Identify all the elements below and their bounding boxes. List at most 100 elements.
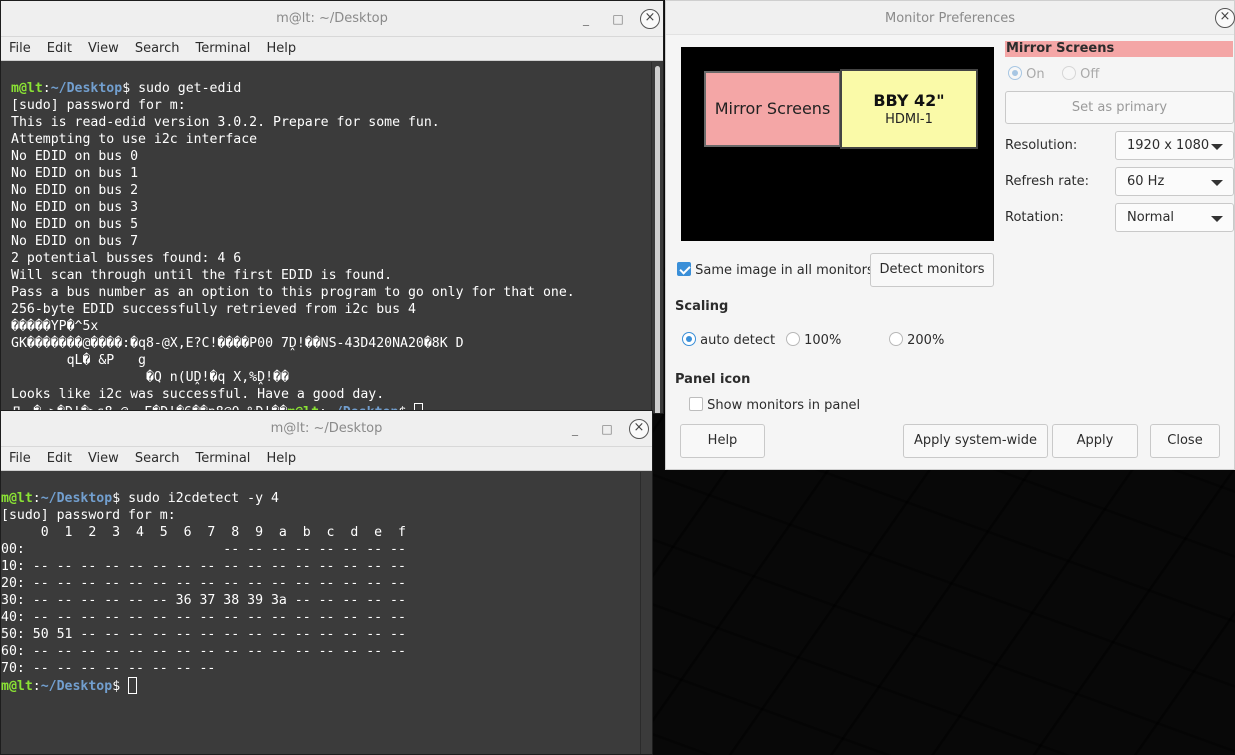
monitor-name: BBY 42" xyxy=(873,91,945,110)
chevron-down-icon xyxy=(1211,216,1223,222)
i2c-header-row: 0 1 2 3 4 5 6 7 8 9 a b c d e f xyxy=(1,525,406,540)
scaling-auto-radio[interactable]: auto detect xyxy=(682,332,775,348)
prompt-line: m@lt:~/Desktop$ xyxy=(1,677,640,695)
output-line: qL� &P g xyxy=(11,353,146,368)
chevron-down-icon xyxy=(1211,144,1223,150)
terminal-bottom-scrollbar[interactable] xyxy=(640,472,652,754)
output-line: No EDID on bus 2 xyxy=(11,183,139,198)
minimize-icon[interactable]: _ xyxy=(565,419,585,439)
radio-icon xyxy=(889,332,903,346)
rotation-value: Normal xyxy=(1127,210,1175,225)
scaling-heading: Scaling xyxy=(675,299,729,314)
same-image-checkbox[interactable]: Same image in all monitors xyxy=(677,262,874,278)
minimize-icon[interactable]: _ xyxy=(576,9,596,29)
mirror-screens-heading: Mirror Screens xyxy=(1005,41,1233,57)
close-icon[interactable]: × xyxy=(640,9,660,29)
prompt-user: m@lt xyxy=(1,491,33,506)
chevron-down-icon xyxy=(1211,180,1223,186)
terminal-top-scrollbar[interactable] xyxy=(651,62,663,413)
prompt-line: m@lt:~/Desktop$ sudo get-edid xyxy=(11,81,242,96)
window-title: m@lt: ~/Desktop xyxy=(270,421,383,436)
text-cursor xyxy=(128,677,138,694)
menu-edit[interactable]: Edit xyxy=(47,41,72,56)
monitor-preview[interactable]: Mirror Screens BBY 42" HDMI-1 xyxy=(681,47,994,241)
scrollbar-thumb[interactable] xyxy=(655,66,660,413)
menu-edit[interactable]: Edit xyxy=(47,451,72,466)
output-line: �Q n(UḒ!�q X,%Ḓ!�� xyxy=(11,370,289,385)
output-line: No EDID on bus 7 xyxy=(11,234,139,249)
prompt-path: ~/Desktop xyxy=(50,81,123,96)
terminal-window-bottom[interactable]: m@lt: ~/Desktop _ □ × File Edit View Sea… xyxy=(0,410,653,755)
panel-icon-heading: Panel icon xyxy=(675,372,751,387)
refresh-rate-value: 60 Hz xyxy=(1127,174,1165,189)
output-line: 256-byte EDID successfully retrieved fro… xyxy=(11,302,416,317)
on-radio[interactable]: On xyxy=(1008,66,1045,82)
monitor-preferences-window[interactable]: Monitor Preferences × Mirror Screens BBY… xyxy=(665,0,1235,470)
terminal-window-top[interactable]: m@lt: ~/Desktop _ □ × File Edit View Sea… xyxy=(0,0,664,414)
terminal-top-screen[interactable]: m@lt:~/Desktop$ sudo get-edid [sudo] pass… xyxy=(1,62,651,413)
detect-monitors-button[interactable]: Detect monitors xyxy=(870,253,994,287)
menu-view[interactable]: View xyxy=(88,41,119,56)
menu-search[interactable]: Search xyxy=(135,451,180,466)
terminal-top-titlebar[interactable]: m@lt: ~/Desktop _ □ × xyxy=(1,1,663,37)
menu-terminal[interactable]: Terminal xyxy=(195,41,250,56)
scaling-100-radio[interactable]: 100% xyxy=(786,332,841,348)
scaling-auto-label: auto detect xyxy=(700,333,776,348)
output-line: �����YP�^5x xyxy=(11,319,99,334)
maximize-icon[interactable]: □ xyxy=(597,419,617,439)
close-icon[interactable]: × xyxy=(629,419,649,439)
radio-icon xyxy=(1008,66,1022,80)
radio-icon xyxy=(1062,66,1076,80)
terminal-top-menubar: File Edit View Search Terminal Help xyxy=(1,37,663,61)
off-radio[interactable]: Off xyxy=(1062,66,1099,82)
menu-file[interactable]: File xyxy=(9,451,31,466)
resolution-select[interactable]: 1920 x 1080 xyxy=(1115,131,1234,160)
output-line: No EDID on bus 1 xyxy=(11,166,139,181)
radio-icon xyxy=(682,332,696,346)
menu-file[interactable]: File xyxy=(9,41,31,56)
terminal-bottom-menubar: File Edit View Search Terminal Help xyxy=(1,447,652,471)
help-button[interactable]: Help xyxy=(680,424,765,458)
checkbox-icon xyxy=(689,397,703,411)
resolution-label: Resolution: xyxy=(1005,138,1078,153)
prompt-line: m@lt:~/Desktop$ sudo i2cdetect -y 4 xyxy=(1,491,279,506)
refresh-rate-select[interactable]: 60 Hz xyxy=(1115,167,1234,196)
show-monitors-checkbox[interactable]: Show monitors in panel xyxy=(689,397,860,413)
rotation-label: Rotation: xyxy=(1005,210,1064,225)
command-text: sudo i2cdetect -y 4 xyxy=(120,491,279,506)
checkbox-icon xyxy=(677,262,691,276)
same-image-label: Same image in all monitors xyxy=(695,263,874,278)
close-button[interactable]: Close xyxy=(1150,424,1220,458)
prompt-sign: $ xyxy=(112,679,121,694)
menu-help[interactable]: Help xyxy=(266,41,296,56)
mirror-monitor-label: Mirror Screens xyxy=(714,99,831,118)
scaling-200-radio[interactable]: 200% xyxy=(889,332,944,348)
apply-system-wide-button[interactable]: Apply system-wide xyxy=(903,424,1048,458)
i2c-row: 50: 50 51 -- -- -- -- -- -- -- -- -- -- … xyxy=(1,627,406,642)
i2c-row: 10: -- -- -- -- -- -- -- -- -- -- -- -- … xyxy=(1,559,406,574)
output-line: GK�������@����:�q8-@X,E?C!����P00 7Ḓ!��N… xyxy=(11,336,464,351)
command-text: sudo get-edid xyxy=(130,81,242,96)
output-line: This is read-edid version 3.0.2. Prepare… xyxy=(11,115,440,130)
apply-button[interactable]: Apply xyxy=(1052,424,1138,458)
menu-view[interactable]: View xyxy=(88,451,119,466)
maximize-icon[interactable]: □ xyxy=(608,9,628,29)
output-line: 2 potential busses found: 4 6 xyxy=(11,251,242,266)
bby-monitor[interactable]: BBY 42" HDMI-1 xyxy=(840,69,978,149)
menu-terminal[interactable]: Terminal xyxy=(195,451,250,466)
off-label: Off xyxy=(1080,67,1100,82)
menu-help[interactable]: Help xyxy=(266,451,296,466)
terminal-bottom-screen[interactable]: m@lt:~/Desktop$ sudo i2cdetect -y 4 [sudo… xyxy=(1,472,640,754)
i2c-row: 00: -- -- -- -- -- -- -- -- xyxy=(1,542,406,557)
prefs-titlebar[interactable]: Monitor Preferences × xyxy=(666,1,1235,35)
terminal-bottom-titlebar[interactable]: m@lt: ~/Desktop _ □ × xyxy=(1,411,652,447)
output-line: [sudo] password for m: xyxy=(1,508,176,523)
output-line: Attempting to use i2c interface xyxy=(11,132,258,147)
set-as-primary-button[interactable]: Set as primary xyxy=(1005,91,1234,124)
menu-search[interactable]: Search xyxy=(135,41,180,56)
window-title: m@lt: ~/Desktop xyxy=(276,11,388,26)
mirror-screens-monitor[interactable]: Mirror Screens xyxy=(704,71,841,147)
i2c-row: 20: -- -- -- -- -- -- -- -- -- -- -- -- … xyxy=(1,576,406,591)
rotation-select[interactable]: Normal xyxy=(1115,203,1234,232)
close-icon[interactable]: × xyxy=(1215,8,1235,28)
